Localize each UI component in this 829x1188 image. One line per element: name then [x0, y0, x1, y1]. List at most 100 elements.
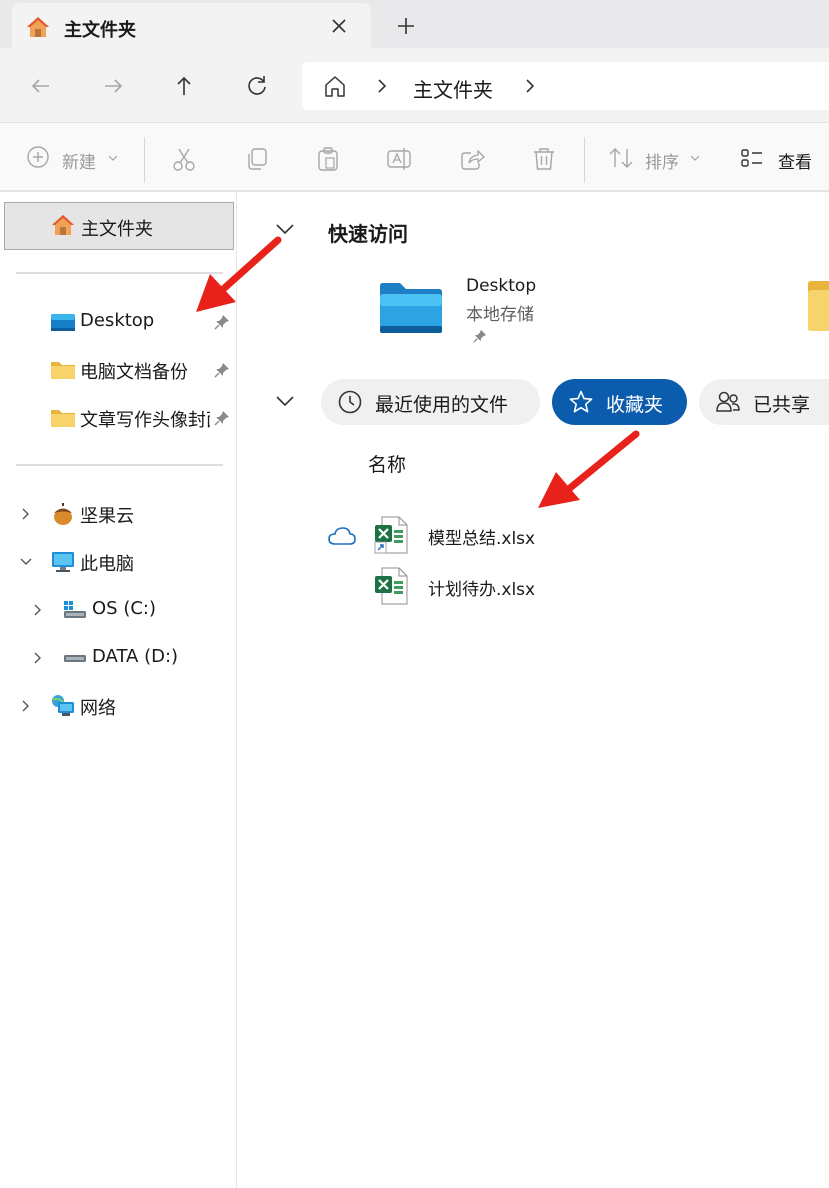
sidebar-item-writing[interactable]: 文章写作头像封面 [0, 398, 236, 438]
plus-icon[interactable] [392, 12, 420, 40]
sort-button[interactable]: 排序 [608, 145, 708, 173]
chevron-down-icon[interactable] [274, 218, 296, 240]
tab-recent[interactable]: 最近使用的文件 [321, 379, 540, 425]
sidebar-divider [16, 272, 223, 274]
sidebar-item-label: 电脑文档备份 [80, 362, 188, 383]
sidebar-item-label: OS (C:) [92, 598, 156, 619]
paste-icon[interactable] [315, 145, 341, 173]
sidebar-item-drive-c[interactable]: OS (C:) [0, 590, 236, 630]
forward-arrow-icon[interactable] [99, 72, 127, 100]
content-pane: 快速访问 Desktop 本地存储 最近使用的文件 收藏夹 已共享 名称 模型总… [238, 192, 829, 1188]
chevron-right-icon[interactable] [372, 76, 392, 96]
tab-title: 主文件夹 [64, 20, 136, 41]
sidebar-item-label: 网络 [80, 698, 116, 719]
file-row[interactable]: 计划待办.xlsx [318, 565, 738, 609]
view-button[interactable]: 查看 [740, 145, 829, 173]
navigation-bar: 主文件夹 [0, 48, 829, 122]
quick-access-location: 本地存储 [466, 305, 534, 325]
command-bar: 新建 排序 查看 [0, 122, 829, 192]
pin-icon[interactable] [213, 361, 231, 379]
chevron-down-icon[interactable] [274, 390, 296, 412]
chevron-down-icon [108, 155, 118, 161]
excel-icon [375, 567, 408, 605]
file-name: 计划待办.xlsx [428, 580, 536, 600]
people-icon [716, 391, 740, 412]
back-arrow-icon[interactable] [27, 72, 55, 100]
pin-icon[interactable] [472, 328, 488, 344]
folder-icon [51, 362, 75, 379]
windows-drive-icon [64, 601, 86, 618]
sidebar-item-label: 文章写作头像封面 [80, 410, 210, 431]
sidebar-item-nutstore[interactable]: 坚果云 [0, 494, 236, 534]
chevron-right-icon[interactable] [520, 76, 540, 96]
sidebar-item-home[interactable]: 主文件夹 [4, 202, 234, 250]
new-label: 新建 [62, 153, 96, 173]
toolbar-divider [144, 137, 145, 183]
sidebar-item-label: Desktop [80, 310, 155, 331]
chevron-right-icon[interactable] [30, 650, 46, 666]
home-outline-icon[interactable] [322, 74, 348, 100]
copy-icon[interactable] [244, 145, 270, 173]
clock-icon [338, 390, 362, 414]
tab-home[interactable]: 主文件夹 [12, 3, 371, 48]
sidebar-item-backup[interactable]: 电脑文档备份 [0, 350, 236, 390]
tab-strip: 主文件夹 [0, 0, 829, 48]
sort-label: 排序 [645, 153, 679, 173]
breadcrumb-home[interactable]: 主文件夹 [413, 74, 493, 103]
sort-icon [609, 148, 633, 168]
file-name: 模型总结.xlsx [428, 529, 536, 549]
pin-icon[interactable] [213, 409, 231, 427]
sidebar-item-label: 主文件夹 [81, 219, 153, 240]
excel-shortcut-icon [374, 516, 408, 554]
chevron-down-icon[interactable] [18, 554, 34, 570]
computer-icon [52, 552, 74, 572]
sidebar-item-drive-d[interactable]: DATA (D:) [0, 638, 236, 678]
desktop-folder-icon [51, 314, 75, 331]
plus-circle-icon [27, 146, 49, 168]
sidebar-item-this-pc[interactable]: 此电脑 [0, 542, 236, 582]
up-arrow-icon[interactable] [170, 72, 198, 100]
chevron-right-icon[interactable] [18, 698, 34, 714]
sidebar-divider [16, 464, 223, 466]
home-icon [52, 215, 74, 235]
sidebar-item-label: DATA (D:) [92, 646, 179, 667]
sidebar-item-desktop[interactable]: Desktop [0, 302, 236, 342]
star-icon [569, 390, 593, 413]
home-icon [27, 17, 49, 37]
address-bar[interactable]: 主文件夹 [302, 62, 829, 110]
chevron-right-icon[interactable] [30, 602, 46, 618]
sidebar-item-label: 坚果云 [80, 506, 134, 527]
close-icon[interactable] [327, 14, 351, 38]
quick-access-title: 快速访问 [328, 222, 408, 246]
quick-access-name: Desktop [466, 276, 537, 296]
column-header-name[interactable]: 名称 [368, 450, 406, 477]
desktop-folder-icon [380, 283, 442, 333]
view-label: 查看 [778, 153, 812, 173]
quick-access-desktop[interactable]: Desktop 本地存储 [378, 276, 578, 356]
cut-icon[interactable] [171, 145, 197, 173]
tab-label: 收藏夹 [606, 394, 664, 416]
nutstore-icon [54, 503, 72, 525]
share-icon[interactable] [459, 145, 485, 173]
tab-favorites[interactable]: 收藏夹 [552, 379, 687, 425]
rename-icon[interactable] [386, 145, 412, 173]
tab-label: 已共享 [753, 394, 811, 416]
folder-icon[interactable] [804, 280, 829, 332]
tab-label: 最近使用的文件 [375, 394, 509, 416]
tab-shared[interactable]: 已共享 [699, 379, 829, 425]
cloud-icon [328, 527, 356, 545]
chevron-down-icon [690, 155, 700, 161]
pin-icon[interactable] [213, 313, 231, 331]
toolbar-divider [584, 137, 585, 183]
delete-icon[interactable] [531, 145, 557, 173]
navigation-pane: 主文件夹 Desktop 电脑文档备份 文章写作头像封面 坚果云 此电脑 OS … [0, 192, 237, 1188]
new-button[interactable]: 新建 [26, 145, 126, 173]
sidebar-item-label: 此电脑 [80, 554, 134, 575]
sidebar-item-network[interactable]: 网络 [0, 686, 236, 726]
folder-icon [51, 410, 75, 427]
view-icon [741, 149, 762, 167]
refresh-icon[interactable] [243, 72, 271, 100]
file-row[interactable]: 模型总结.xlsx [318, 514, 738, 558]
drive-icon [64, 655, 86, 662]
chevron-right-icon[interactable] [18, 506, 34, 522]
